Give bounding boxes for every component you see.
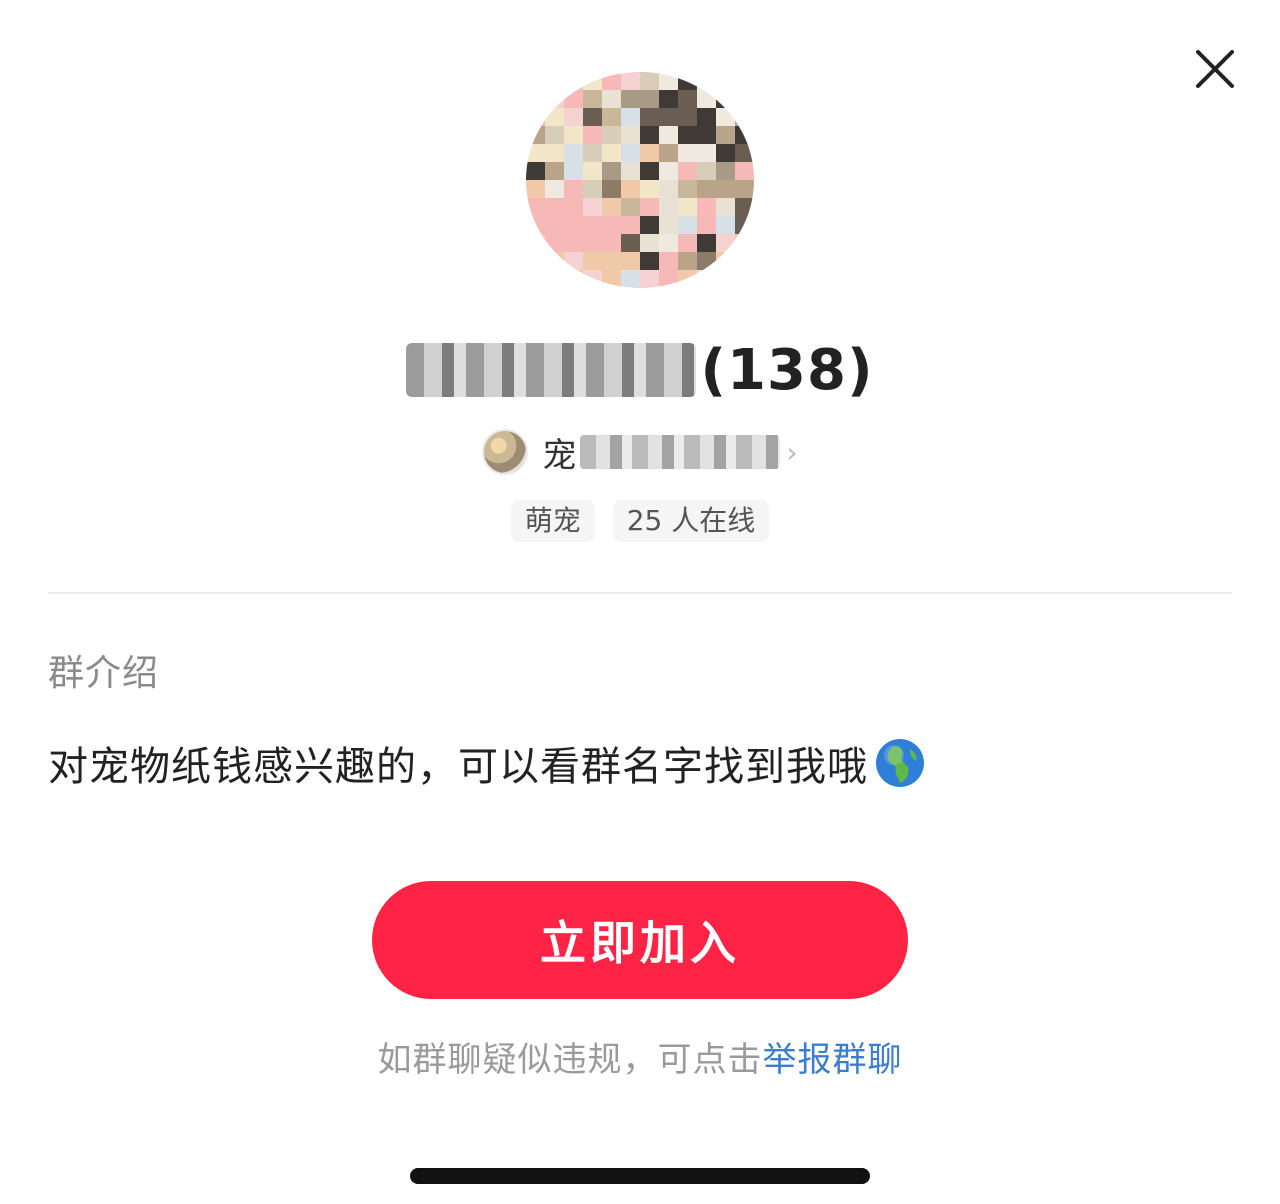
globe-icon [876,739,924,787]
tag-list: 萌宠 25 人在线 [0,500,1280,542]
group-title: (138) [0,332,1280,408]
divider [48,592,1232,594]
report-row: 如群聊疑似违规，可点击 举报群聊 [0,1032,1280,1081]
report-group-link[interactable]: 举报群聊 [763,1032,903,1081]
intro-body: 对宠物纸钱感兴趣的，可以看群名字找到我哦 [48,744,868,790]
owner-avatar [482,429,529,475]
tag-online-count: 25 人在线 [612,500,770,542]
chevron-right-icon: › [786,435,798,469]
close-icon [1196,50,1234,88]
member-count: (138) [700,337,874,403]
redacted-owner-name [580,435,781,469]
tag-category: 萌宠 [510,500,595,542]
redacted-name [406,343,697,397]
owner-name: 宠 [542,435,577,476]
group-avatar [526,72,754,288]
owner-row[interactable]: 宠 › [0,426,1280,478]
home-indicator[interactable] [410,1168,870,1184]
join-button[interactable]: 立即加入 [372,881,908,999]
intro-text: 对宠物纸钱感兴趣的，可以看群名字找到我哦 [48,734,926,792]
intro-label: 群介绍 [48,653,160,694]
report-prefix: 如群聊疑似违规，可点击 [377,1039,763,1080]
close-button[interactable] [1186,40,1244,98]
group-preview-sheet: (138) 宠 › 萌宠 25 人在线 群介绍 对宠物纸钱感兴趣的，可以看群名字… [0,0,1280,1204]
